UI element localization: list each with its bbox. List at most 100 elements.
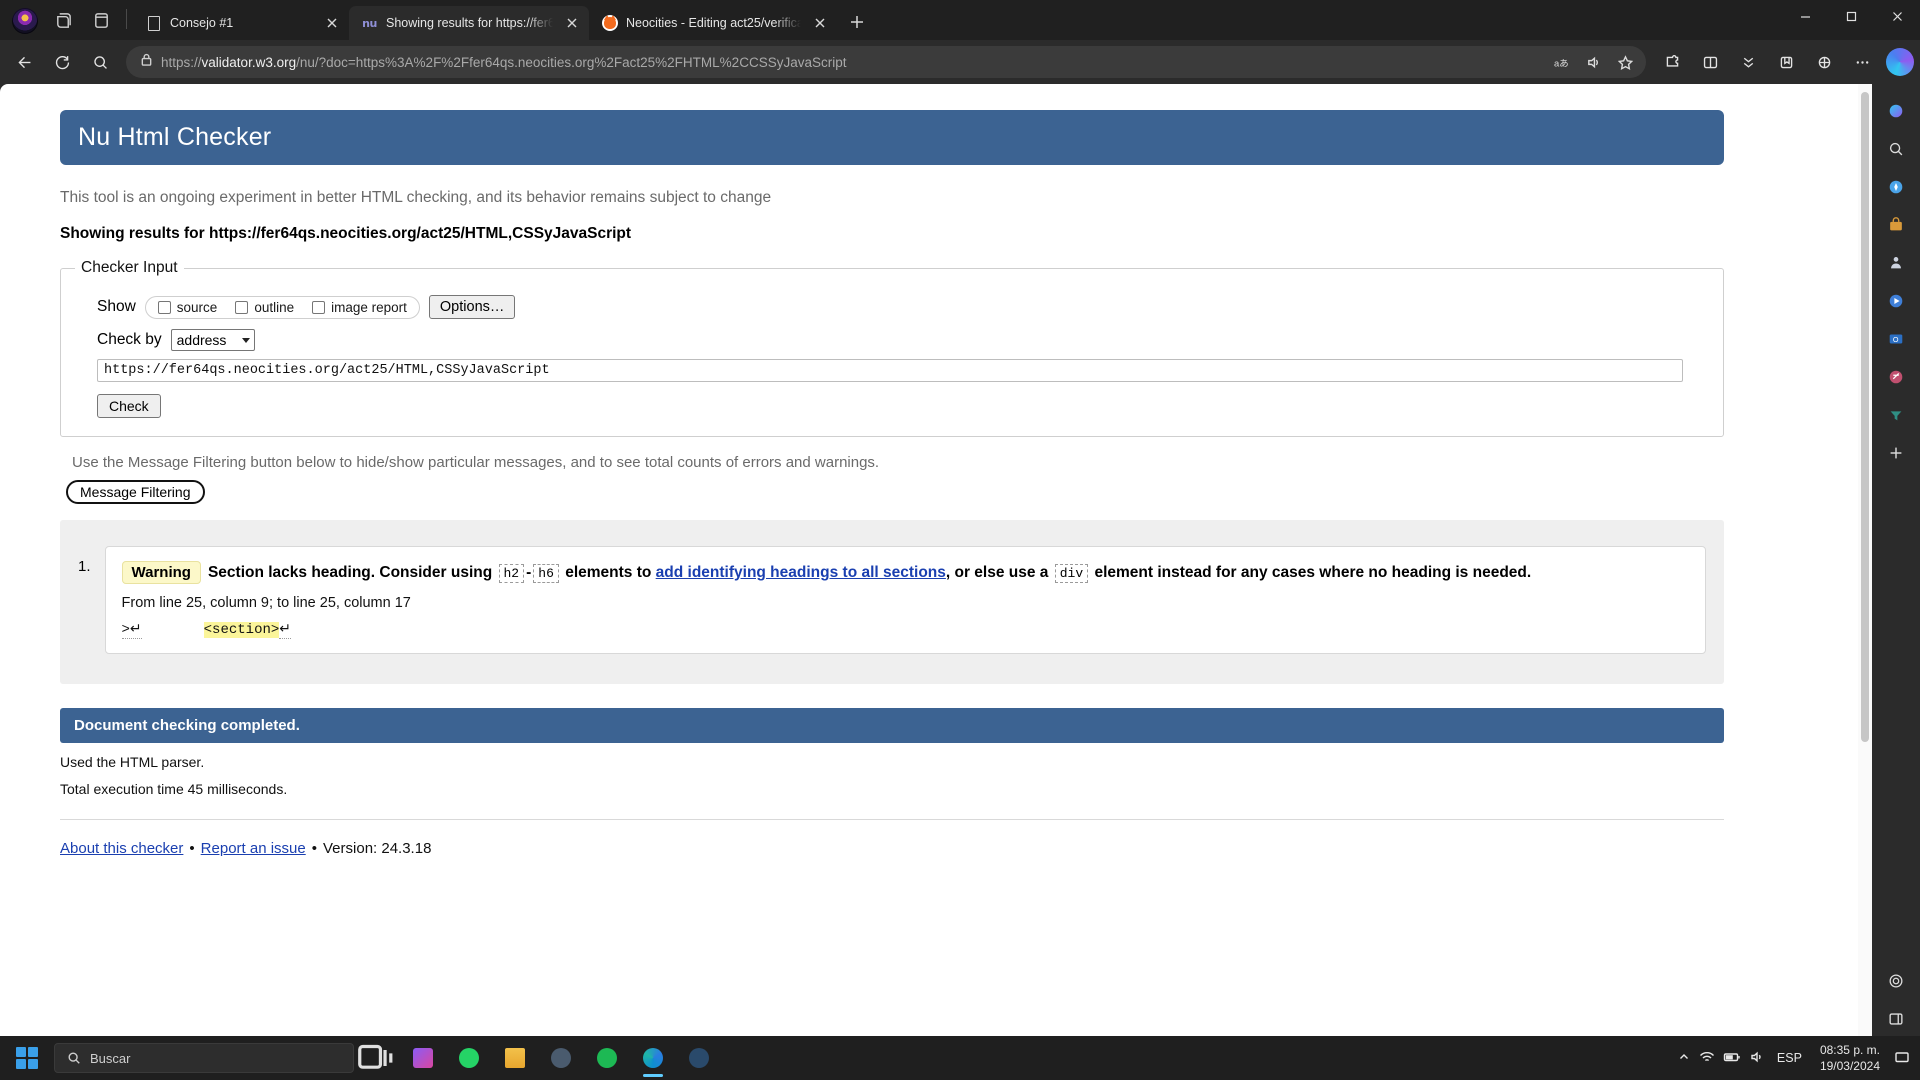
read-aloud-icon[interactable] [1578, 48, 1608, 76]
checkbox-label: source [176, 299, 218, 315]
about-checker-link[interactable]: About this checker [60, 840, 183, 857]
browser-tab-1[interactable]: Consejo #1 [133, 6, 349, 40]
parser-info: Used the HTML parser. [60, 754, 205, 771]
collections-icon[interactable] [1730, 46, 1766, 78]
extensions-icon[interactable] [1654, 46, 1690, 78]
page-footer: About this checker • Report an issue • Versi… [60, 840, 1724, 857]
url-input[interactable]: https://fer64qs.neocities.org/act25/HTML… [97, 359, 1683, 382]
search-icon[interactable] [1879, 132, 1913, 166]
file-explorer-icon[interactable] [492, 1038, 538, 1078]
message-text-4: element instead for any cases where no h… [1094, 564, 1532, 581]
shopping-icon[interactable] [1879, 208, 1913, 242]
sidebar-expand-icon[interactable] [1879, 1002, 1913, 1036]
split-screen-icon[interactable] [1692, 46, 1728, 78]
clock[interactable]: 08:35 p. m. 19/03/2024 [1814, 1042, 1886, 1074]
copilot-icon[interactable] [1886, 48, 1914, 76]
tools-icon[interactable] [1879, 360, 1913, 394]
browser-essentials-icon[interactable] [1806, 46, 1842, 78]
report-issue-link[interactable]: Report an issue [201, 840, 306, 857]
whatsapp-icon[interactable] [446, 1038, 492, 1078]
minimize-icon[interactable] [1782, 0, 1828, 32]
tab-divider [126, 9, 127, 29]
translate-icon[interactable]: aあ [1546, 48, 1576, 76]
svg-text:aあ: aあ [1554, 58, 1569, 68]
system-tray: ESP 08:35 p. m. 19/03/2024 [1677, 1042, 1916, 1074]
checkbox-outline[interactable]: outline [235, 300, 294, 315]
discover-icon[interactable] [1879, 170, 1913, 204]
wifi-icon[interactable] [1699, 1050, 1715, 1067]
close-icon[interactable] [561, 12, 583, 34]
language-indicator[interactable]: ESP [1773, 1051, 1806, 1065]
options-button[interactable]: Options… [428, 295, 516, 319]
notifications-icon[interactable] [1894, 1050, 1910, 1067]
check-button-row: Check [97, 394, 1709, 418]
scrollbar-thumb[interactable] [1861, 92, 1869, 742]
browser-tab-3[interactable]: Neocities - Editing act25/verifica [589, 6, 837, 40]
message-filtering-button[interactable]: Message Filtering [66, 480, 205, 504]
browser-viewport: Nu Html Checker This tool is an ongoing … [0, 84, 1920, 1036]
games-icon[interactable] [1879, 246, 1913, 280]
checkbox-box[interactable] [235, 300, 249, 314]
blender-icon[interactable] [538, 1038, 584, 1078]
search-icon[interactable] [82, 46, 118, 78]
checkbox-image-report[interactable]: image report [312, 300, 407, 315]
close-icon[interactable] [1874, 0, 1920, 32]
close-icon[interactable] [809, 12, 831, 34]
media-icon[interactable] [1879, 284, 1913, 318]
checkbox-source[interactable]: source [157, 299, 218, 315]
tab-actions-icon[interactable] [44, 0, 82, 40]
add-headings-link[interactable]: add identifying headings to all sections [656, 564, 946, 581]
sidebar-settings-icon[interactable] [1879, 964, 1913, 998]
maximize-icon[interactable] [1828, 0, 1874, 32]
code-h6: h6 [533, 564, 559, 583]
outlook-icon[interactable]: O [1879, 322, 1913, 356]
volume-icon[interactable] [1749, 1050, 1765, 1067]
tray-expand-icon[interactable] [1677, 1050, 1691, 1067]
search-placeholder: Buscar [90, 1050, 131, 1066]
spotify-icon[interactable] [584, 1038, 630, 1078]
start-button[interactable] [4, 1038, 50, 1078]
check-by-row: Check by address [97, 329, 1709, 351]
check-by-value: address [176, 332, 227, 348]
tab-strip: Consejo #1 nu Showing results for https:… [0, 0, 1920, 40]
profile-avatar[interactable] [12, 8, 38, 34]
tab-title: Showing results for https://fer64 [386, 16, 553, 30]
steam-icon[interactable] [676, 1038, 722, 1078]
browser-tab-2[interactable]: nu Showing results for https://fer64 [349, 6, 589, 40]
vertical-tabs-icon[interactable] [82, 0, 120, 40]
checkbox-box[interactable] [157, 300, 171, 314]
add-sidebar-icon[interactable] [1879, 436, 1913, 470]
window-controls [1782, 0, 1920, 40]
message-box: Warning Section lacks heading. Consider u… [104, 546, 1706, 655]
search-input[interactable]: Buscar [54, 1043, 354, 1073]
favorites-icon[interactable] [1768, 46, 1804, 78]
drop-icon[interactable] [1879, 398, 1913, 432]
message-text-3: , or else use a [945, 564, 1049, 581]
reload-button[interactable] [44, 46, 80, 78]
edge-sidebar: O [1872, 84, 1920, 1036]
footer-separator-2: • [311, 840, 317, 858]
favorite-star-icon[interactable] [1610, 48, 1640, 76]
new-tab-button[interactable] [842, 7, 872, 37]
copilot-sidebar-icon[interactable] [1879, 94, 1913, 128]
message-location: From line 25, column 9; to line 25, colu… [121, 595, 411, 612]
checkbox-box[interactable] [312, 300, 326, 314]
battery-icon[interactable] [1723, 1050, 1741, 1067]
task-view-icon[interactable] [354, 1038, 400, 1078]
page-title: Nu Html Checker [60, 110, 1724, 165]
firefox-icon [601, 15, 618, 32]
close-icon[interactable] [321, 12, 343, 34]
page-scrollbar[interactable] [1858, 84, 1872, 1036]
checkbox-label: image report [331, 299, 407, 315]
message-item: 1. Warning Section lacks heading. Conside… [78, 546, 1706, 655]
edge-icon[interactable] [630, 1038, 676, 1078]
video-editor-icon[interactable] [400, 1038, 446, 1078]
check-by-select[interactable]: address [170, 329, 256, 351]
svg-text:O: O [1893, 335, 1899, 344]
back-button[interactable] [6, 46, 42, 78]
page-content: Nu Html Checker This tool is an ongoing … [0, 84, 1872, 1036]
check-button[interactable]: Check [97, 394, 161, 418]
settings-more-icon[interactable] [1844, 46, 1880, 78]
address-bar[interactable]: https://validator.w3.org/nu/?doc=https%3… [126, 46, 1646, 78]
clock-date: 19/03/2024 [1819, 1059, 1880, 1073]
